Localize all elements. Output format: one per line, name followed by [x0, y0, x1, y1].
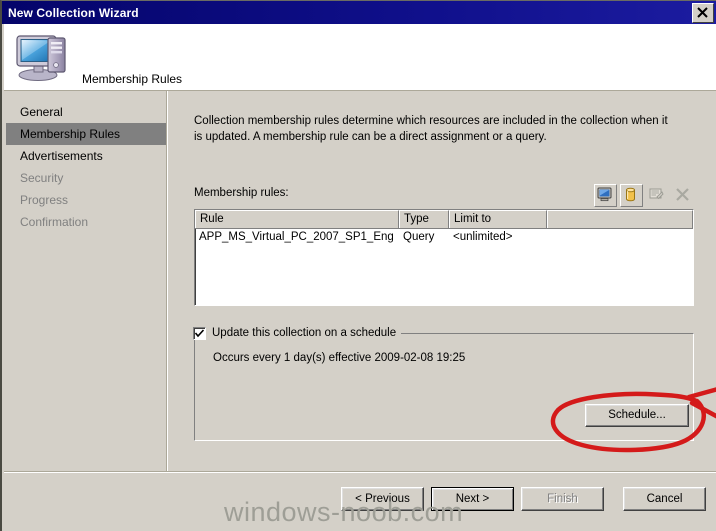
computer-icon [16, 35, 66, 81]
membership-rules-label: Membership rules: [194, 187, 289, 199]
sidebar-item-label: Confirmation [20, 215, 89, 229]
schedule-groupbox: Update this collection on a schedule Occ… [193, 326, 694, 441]
membership-rules-table[interactable]: Rule Type Limit to APP_MS_Virtual_PC_200… [194, 209, 694, 306]
delete-rule-button [672, 184, 695, 207]
sidebar-item-label: Membership Rules [20, 127, 121, 141]
schedule-button[interactable]: Schedule... [585, 404, 689, 427]
sidebar-item-label: Progress [20, 193, 69, 207]
intro-text: Collection membership rules determine wh… [194, 115, 668, 143]
sidebar-item-label: Security [20, 171, 64, 185]
column-header-limit-to[interactable]: Limit to [449, 210, 547, 228]
sidebar-item-security: Security [4, 167, 166, 189]
cell-type: Query [403, 231, 435, 243]
next-button[interactable]: Next > [431, 487, 514, 511]
column-header-rule[interactable]: Rule [195, 210, 399, 228]
footer-button-gap [604, 487, 616, 511]
content-pane: Collection membership rules determine wh… [167, 91, 716, 500]
sidebar-item-label: Advertisements [20, 149, 103, 163]
sidebar-item-label: General [20, 105, 63, 119]
cancel-button[interactable]: Cancel [623, 487, 706, 511]
sidebar-item-general[interactable]: General [4, 101, 166, 123]
checkmark-icon [195, 328, 204, 337]
page-title: Membership Rules [82, 72, 183, 86]
column-header-blank[interactable] [547, 210, 693, 228]
cell-rule: APP_MS_Virtual_PC_2007_SP1_Eng [199, 231, 394, 243]
finish-button: Finish [521, 487, 604, 511]
column-header-type[interactable]: Type [399, 210, 449, 228]
footer-divider [4, 471, 716, 473]
delete-icon [676, 188, 689, 201]
add-direct-rule-button[interactable] [594, 184, 617, 207]
direct-rule-icon [597, 187, 612, 202]
wizard-window: New Collection Wizard Membership Rules G… [0, 0, 716, 531]
rule-properties-button [646, 184, 669, 207]
table-row[interactable]: APP_MS_Virtual_PC_2007_SP1_Eng Query <un… [195, 229, 693, 246]
update-on-schedule-checkbox[interactable] [193, 326, 206, 340]
sidebar-item-progress: Progress [4, 189, 166, 211]
cell-limit-to: <unlimited> [453, 231, 513, 243]
wizard-header: Membership Rules [4, 24, 716, 91]
properties-icon [649, 188, 664, 200]
window-title: New Collection Wizard [8, 5, 139, 20]
sidebar-item-advertisements[interactable]: Advertisements [4, 145, 166, 167]
query-rule-icon [626, 187, 635, 202]
schedule-occurrence-text: Occurs every 1 day(s) effective 2009-02-… [213, 352, 466, 364]
rules-toolbar [591, 184, 695, 207]
update-on-schedule-label[interactable]: Update this collection on a schedule [212, 327, 396, 339]
close-icon [697, 6, 708, 18]
wizard-footer: < Previous Next > Finish Cancel [4, 471, 716, 530]
add-query-rule-button[interactable] [620, 184, 643, 207]
title-bar: New Collection Wizard [2, 1, 716, 24]
sidebar-item-membership-rules[interactable]: Membership Rules [6, 123, 166, 145]
table-header-row: Rule Type Limit to [195, 210, 693, 229]
wizard-step-list: General Membership Rules Advertisements … [4, 91, 167, 500]
previous-button[interactable]: < Previous [341, 487, 424, 511]
close-button[interactable] [692, 2, 714, 23]
footer-buttons: < Previous Next > Finish Cancel [334, 487, 706, 511]
cell-blank [547, 229, 693, 246]
schedule-legend: Update this collection on a schedule [193, 326, 402, 340]
sidebar-item-confirmation: Confirmation [4, 211, 166, 233]
